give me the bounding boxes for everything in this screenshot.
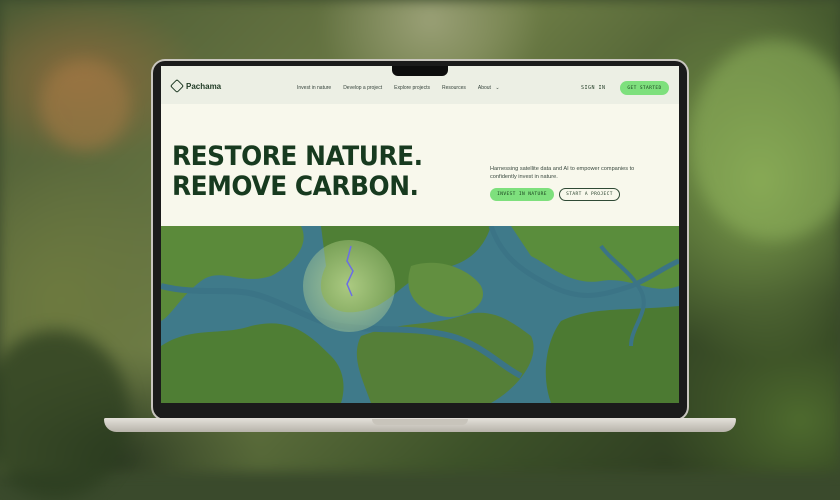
laptop-camera-notch: [392, 66, 448, 76]
brand-logo[interactable]: Pachama: [169, 78, 222, 94]
get-started-button[interactable]: GET STARTED: [620, 81, 669, 95]
nav-link-resources[interactable]: Resources: [442, 85, 466, 91]
nav-link-develop[interactable]: Develop a project: [343, 85, 382, 91]
sign-in-link[interactable]: SIGN IN: [581, 85, 606, 91]
laptop-screen: Pachama Invest in nature Develop a proje…: [161, 66, 679, 403]
nav-link-about[interactable]: About ⌄: [478, 85, 500, 91]
headline-line-2: REMOVE CARBON.: [172, 171, 419, 202]
nav-link-about-label: About: [477, 85, 491, 91]
invest-in-nature-button[interactable]: INVEST IN NATURE: [490, 188, 554, 201]
chevron-down-icon: ⌄: [495, 85, 500, 91]
hero-tagline: Harnessing satellite data and AI to empo…: [490, 166, 635, 180]
laptop-base-notch: [372, 419, 468, 425]
hero-headline: RESTORE NATURE. REMOVE CARBON.: [172, 141, 423, 202]
aerial-wetland-image: [161, 226, 679, 403]
brand-name: Pachama: [186, 81, 222, 91]
start-a-project-button[interactable]: START A PROJECT: [559, 188, 620, 201]
nav-link-explore[interactable]: Explore projects: [394, 85, 430, 91]
nav-links: Invest in nature Develop a project Explo…: [297, 85, 500, 91]
foreground-leaf: [40, 60, 130, 150]
headline-line-1: RESTORE NATURE.: [172, 141, 423, 172]
nav-link-invest[interactable]: Invest in nature: [297, 85, 331, 91]
hexagon-logo-icon: [169, 78, 185, 94]
hero-section: RESTORE NATURE. REMOVE CARBON. Harnessin…: [161, 104, 679, 226]
